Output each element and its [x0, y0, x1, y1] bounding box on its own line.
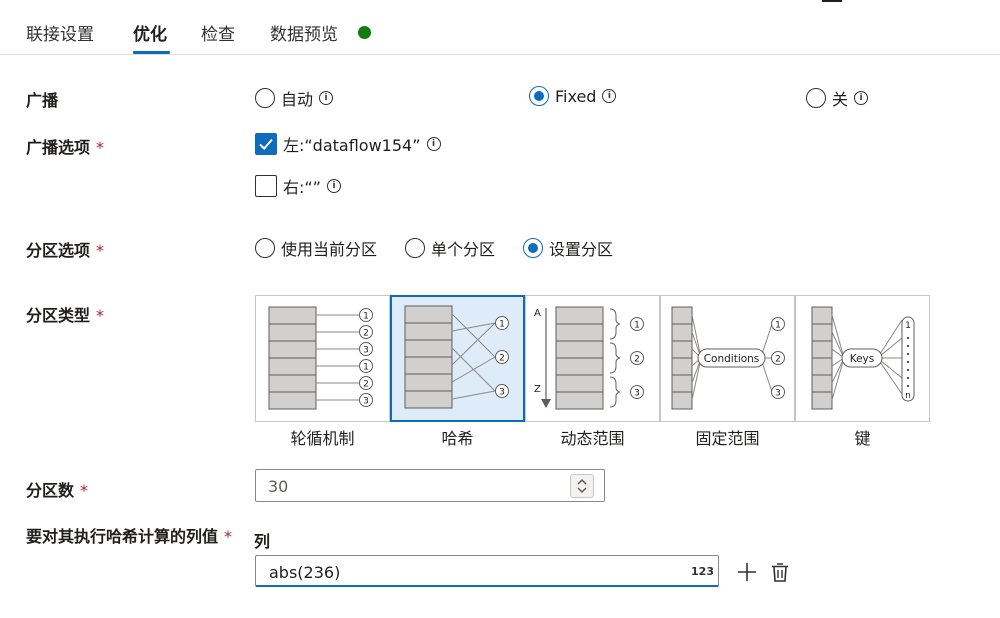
hash-column-expression-input[interactable]: abs(236) 123: [255, 555, 719, 587]
partition-mark: 2: [499, 354, 505, 364]
radio-circle: [523, 238, 543, 258]
checkbox-box: [255, 175, 277, 197]
partition-mark: 1: [634, 321, 640, 331]
key-first-mark: 1: [905, 321, 911, 331]
info-icon[interactable]: i: [426, 137, 441, 151]
partition-current-radio[interactable]: 使用当前分区: [255, 236, 377, 260]
broadcast-left-checkbox[interactable]: 左:“dataflow154” i: [255, 132, 441, 156]
partition-option-label: 分区选项 *: [26, 241, 105, 260]
checkbox-label: 右:“”: [283, 178, 321, 197]
broadcast-right-checkbox[interactable]: 右:“” i: [255, 174, 341, 198]
partition-mark: 1: [363, 312, 369, 322]
keys-node: Keys: [850, 353, 875, 365]
partition-set-radio[interactable]: 设置分区: [523, 236, 613, 260]
partition-mark: 2: [363, 380, 369, 390]
radio-circle: [405, 238, 425, 258]
hash-diagram: 1 2 3: [404, 305, 509, 409]
partition-count-label: 分区数 *: [26, 481, 89, 500]
partition-mark: 3: [363, 346, 369, 356]
partition-mark: 1: [363, 363, 369, 373]
tab-bar: 联接设置 优化 检查 数据预览: [0, 0, 1000, 55]
tab-inspect[interactable]: 检查: [201, 20, 235, 45]
active-tab-indicator: [133, 51, 170, 54]
info-icon[interactable]: i: [319, 91, 334, 105]
partition-mark: 2: [634, 355, 640, 365]
broadcast-label: 广播: [26, 91, 59, 110]
tab-optimize[interactable]: 优化: [133, 20, 167, 45]
expression-value: abs(236): [269, 563, 341, 582]
radio-label: 设置分区: [549, 240, 614, 259]
tile-label-key: 键: [854, 429, 871, 448]
info-icon[interactable]: i: [602, 89, 617, 103]
tile-label-hash: 哈希: [441, 429, 474, 448]
info-icon[interactable]: i: [854, 91, 869, 105]
tile-label-dynamic-range: 动态范围: [560, 429, 625, 448]
radio-label: Fixed: [555, 86, 597, 106]
round-robin-diagram: 1 2 3 1 2 3: [268, 306, 373, 410]
partition-mark: 3: [363, 397, 369, 407]
status-dot: [358, 26, 371, 39]
radio-label: 单个分区: [431, 240, 496, 259]
checkmark-icon: [258, 138, 273, 150]
partition-mark: 2: [363, 329, 369, 339]
partition-mark: 1: [499, 320, 505, 330]
radio-label: 自动: [281, 90, 314, 109]
broadcast-auto-radio[interactable]: 自动 i: [255, 86, 334, 110]
partition-mark: 1: [775, 321, 781, 331]
partition-count-value: 30: [268, 477, 289, 496]
partition-type-tile-key[interactable]: Keys 1 n: [795, 295, 930, 422]
hash-columns-label: 要对其执行哈希计算的列值 *: [26, 527, 233, 546]
partition-mark: 3: [634, 389, 640, 399]
partition-mark: 3: [775, 389, 781, 399]
spinner-icon[interactable]: [570, 474, 594, 498]
fixed-range-diagram: Conditions 1 2 3: [671, 306, 785, 410]
partition-mark: 3: [499, 388, 505, 398]
add-icon[interactable]: [735, 560, 759, 584]
partition-single-radio[interactable]: 单个分区: [405, 236, 495, 260]
partition-type-tile-round-robin[interactable]: 1 2 3 1 2 3: [255, 295, 390, 422]
key-diagram: Keys 1 n: [811, 306, 915, 410]
range-end-letter: Z: [534, 384, 541, 395]
broadcast-fixed-radio[interactable]: Fixed i: [529, 86, 617, 106]
range-start-letter: A: [534, 308, 541, 319]
key-last-mark: n: [905, 391, 911, 401]
tab-data-preview[interactable]: 数据预览: [270, 20, 338, 45]
partition-type-tile-fixed-range[interactable]: Conditions 1 2 3: [660, 295, 795, 422]
window-edge-mark: [822, 0, 842, 2]
tab-join-settings[interactable]: 联接设置: [26, 20, 94, 45]
delete-icon[interactable]: [768, 560, 792, 584]
partition-mark: 2: [775, 355, 781, 365]
checkbox-box: [255, 133, 277, 155]
type-badge: 123: [691, 565, 714, 578]
dynamic-range-diagram: A Z 1 2 3: [534, 306, 644, 410]
conditions-node: Conditions: [704, 353, 760, 365]
radio-circle: [806, 88, 826, 108]
tile-label-fixed-range: 固定范围: [695, 429, 760, 448]
broadcast-options-label: 广播选项 *: [26, 138, 105, 157]
radio-circle: [255, 238, 275, 258]
partition-count-input[interactable]: 30: [255, 469, 605, 502]
broadcast-off-radio[interactable]: 关 i: [806, 86, 869, 110]
partition-type-tile-hash[interactable]: 1 2 3: [390, 295, 525, 422]
radio-label: 关: [832, 90, 849, 109]
radio-label: 使用当前分区: [281, 240, 378, 259]
partition-type-tile-dynamic-range[interactable]: A Z 1 2 3: [525, 295, 660, 422]
checkbox-label: 左:“dataflow154”: [283, 136, 421, 155]
info-icon[interactable]: i: [326, 179, 341, 193]
radio-circle: [529, 86, 549, 106]
partition-type-label: 分区类型 *: [26, 306, 105, 325]
tile-label-round-robin: 轮循机制: [290, 429, 355, 448]
column-header: 列: [254, 532, 271, 551]
radio-circle: [255, 88, 275, 108]
